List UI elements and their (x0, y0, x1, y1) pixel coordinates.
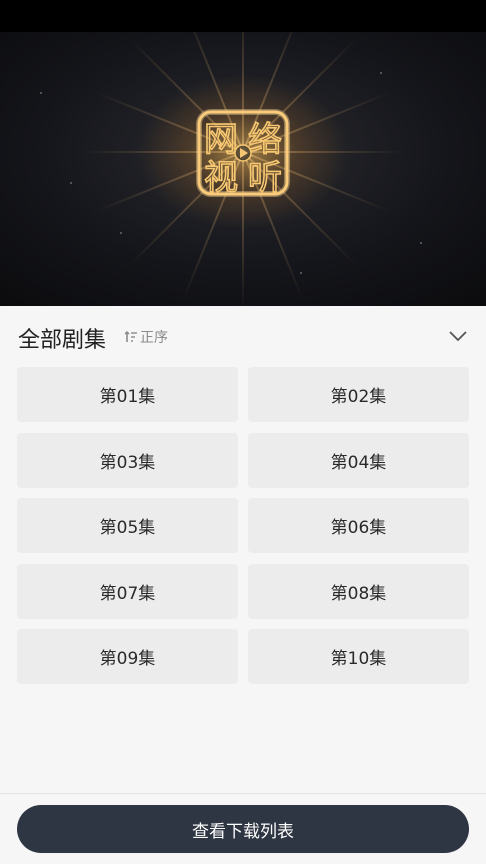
episode-tile[interactable]: 第06集 (248, 498, 469, 553)
episode-tile[interactable]: 第01集 (17, 367, 238, 422)
status-bar (0, 0, 486, 32)
episode-tile[interactable]: 第08集 (248, 564, 469, 619)
sort-label: 正序 (140, 330, 168, 346)
episode-tile[interactable]: 第02集 (248, 367, 469, 422)
episodes-title: 全部剧集 (18, 328, 107, 353)
svg-text:络: 络 (248, 120, 282, 160)
episode-tile[interactable]: 第09集 (17, 629, 238, 684)
logo-seal: 网 络 视 听 (196, 109, 290, 197)
svg-text:听: 听 (248, 158, 282, 197)
sort-ascending-icon (124, 331, 137, 342)
video-player[interactable]: 网 络 视 听 (0, 32, 486, 306)
download-list-button[interactable]: 查看下载列表 (17, 805, 469, 853)
play-icon (234, 144, 252, 162)
episode-tile[interactable]: 第05集 (17, 498, 238, 553)
episode-tile[interactable]: 第04集 (248, 433, 469, 488)
episode-tile[interactable]: 第03集 (17, 433, 238, 488)
chevron-down-icon[interactable] (448, 328, 468, 344)
sort-toggle[interactable]: 正序 (124, 327, 168, 347)
svg-text:视: 视 (204, 158, 238, 197)
episode-tile[interactable]: 第07集 (17, 564, 238, 619)
logo-text: 网 (204, 120, 238, 160)
episode-tile[interactable]: 第10集 (248, 629, 469, 684)
